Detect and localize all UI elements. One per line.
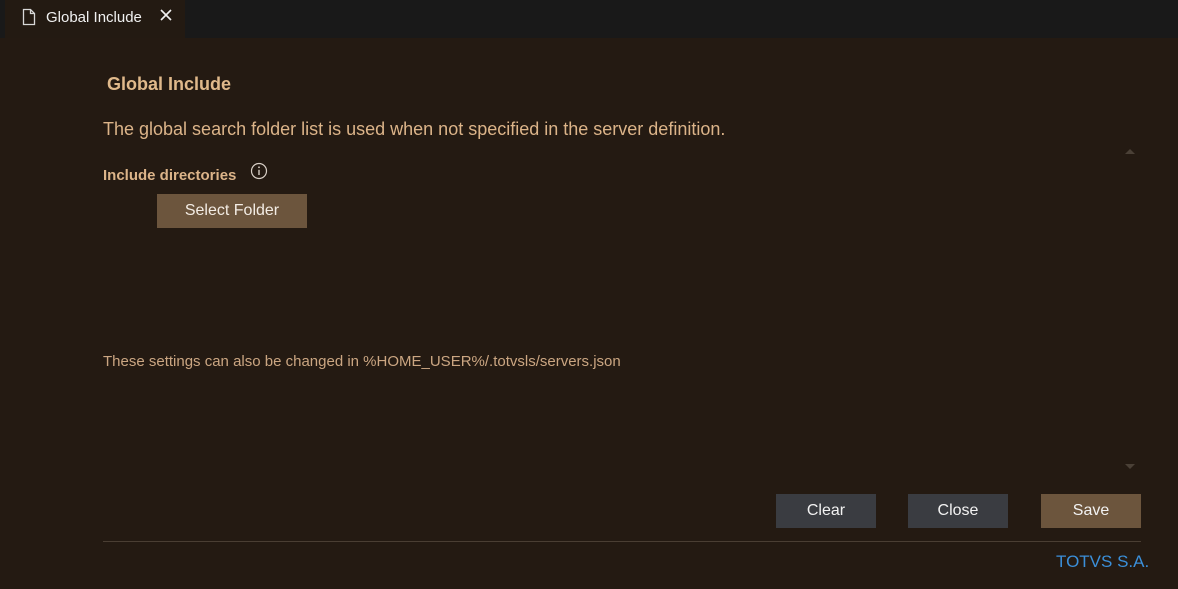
tab-label: Global Include [46,9,142,26]
editor-panel: Global Include The global search folder … [0,38,1178,589]
file-icon [22,8,36,26]
footer-company: TOTVS S.A. [1056,552,1150,571]
tab-global-include[interactable]: Global Include [5,0,185,38]
close-icon[interactable] [159,8,173,22]
scroll-down-arrow[interactable] [1125,464,1135,469]
divider [103,541,1141,542]
settings-note: These settings can also be changed in %H… [103,353,621,370]
tab-bar: Global Include [0,0,1178,38]
page-title: Global Include [107,74,232,94]
scroll-up-arrow[interactable] [1125,149,1135,154]
select-folder-button[interactable]: Select Folder [157,194,307,228]
clear-button[interactable]: Clear [776,494,876,528]
save-button[interactable]: Save [1041,494,1141,528]
include-directories-label: Include directories [103,167,237,184]
description-text: The global search folder list is used wh… [103,119,726,139]
info-icon[interactable] [250,162,268,180]
close-button[interactable]: Close [908,494,1008,528]
